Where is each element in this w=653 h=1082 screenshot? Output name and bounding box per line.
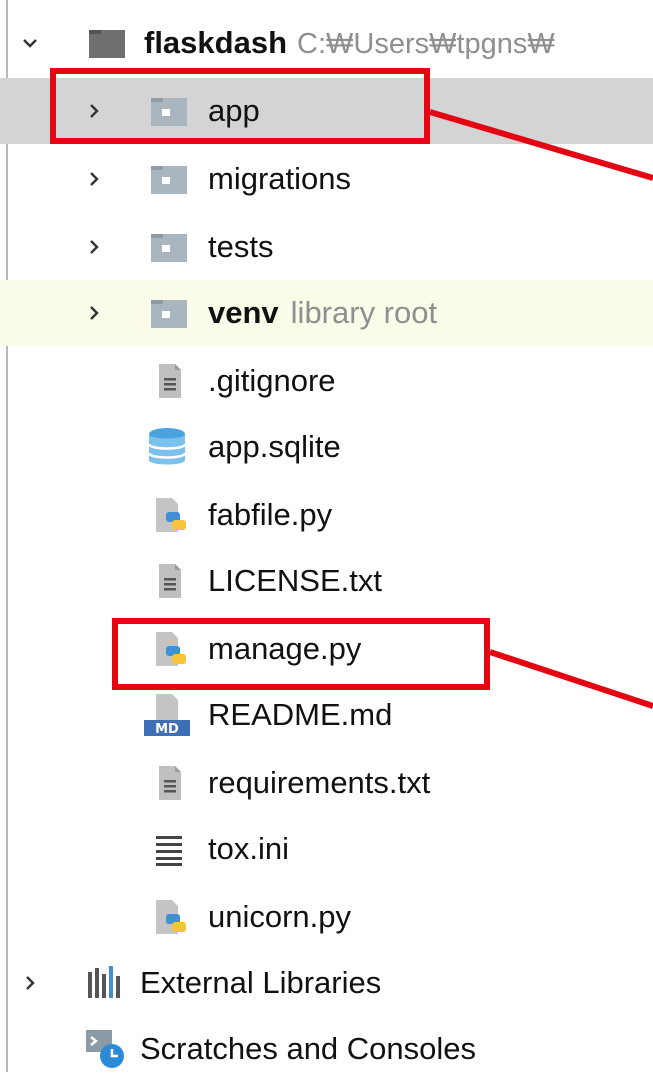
- folder-icon: [88, 24, 126, 62]
- tree-item-license[interactable]: LICENSE.txt: [0, 548, 653, 614]
- tree-item-unicorn[interactable]: unicorn.py: [0, 884, 653, 950]
- tree-item-readme[interactable]: MD README.md: [0, 682, 653, 748]
- folder-icon: [150, 228, 188, 266]
- tree-item-label: External Libraries: [140, 965, 382, 1000]
- chevron-right-icon[interactable]: [86, 305, 102, 321]
- tree-item-label: Scratches and Consoles: [140, 1031, 477, 1066]
- tree-item-migrations[interactable]: migrations: [0, 146, 653, 212]
- text-file-icon: [150, 562, 188, 600]
- ini-file-icon: [150, 830, 188, 868]
- tree-item-manage[interactable]: manage.py: [0, 616, 653, 682]
- tree-item-venv[interactable]: venv library root: [0, 280, 653, 346]
- markdown-file-icon: MD: [144, 694, 190, 736]
- tree-item-label: README.md: [208, 697, 393, 732]
- tree-item-label: app.sqlite: [208, 429, 341, 464]
- tree-root[interactable]: flaskdash C:₩Users₩tpgns₩: [0, 10, 653, 76]
- md-badge: MD: [155, 722, 179, 736]
- tree-item-tox[interactable]: tox.ini: [0, 816, 653, 882]
- database-icon: [146, 426, 188, 468]
- chevron-down-icon[interactable]: [22, 35, 38, 51]
- python-file-icon: [150, 898, 188, 936]
- text-file-icon: [150, 362, 188, 400]
- tree-item-label: .gitignore: [208, 363, 336, 398]
- tree-item-label: unicorn.py: [208, 899, 352, 934]
- tree-item-label: requirements.txt: [208, 765, 431, 800]
- chevron-right-icon[interactable]: [86, 239, 102, 255]
- python-file-icon: [150, 496, 188, 534]
- root-folder-name: flaskdash: [144, 25, 288, 60]
- text-file-icon: [150, 764, 188, 802]
- tree-item-scratches[interactable]: Scratches and Consoles: [0, 1016, 653, 1082]
- chevron-right-icon[interactable]: [86, 171, 102, 187]
- tree-item-label: LICENSE.txt: [208, 563, 382, 598]
- tree-item-requirements[interactable]: requirements.txt: [0, 750, 653, 816]
- chevron-right-icon[interactable]: [22, 975, 38, 991]
- tree-item-label: fabfile.py: [208, 497, 333, 532]
- root-folder-label: flaskdash C:₩Users₩tpgns₩: [144, 25, 555, 62]
- tree-item-label: manage.py: [208, 631, 362, 666]
- scratches-icon: [84, 1028, 126, 1070]
- tree-item-external-libraries[interactable]: External Libraries: [0, 950, 653, 1016]
- python-file-icon: [150, 630, 188, 668]
- folder-icon: [150, 92, 188, 130]
- folder-icon: [150, 160, 188, 198]
- tree-item-fabfile[interactable]: fabfile.py: [0, 482, 653, 548]
- root-folder-path: C:₩Users₩tpgns₩: [297, 28, 555, 60]
- tree-item-gitignore[interactable]: .gitignore: [0, 348, 653, 414]
- tree-item-app[interactable]: app: [0, 78, 653, 144]
- library-root-hint: library root: [290, 295, 438, 330]
- tree-item-label: tox.ini: [208, 831, 289, 866]
- tree-item-label: app: [208, 93, 260, 128]
- tree-item-tests[interactable]: tests: [0, 214, 653, 280]
- venv-name: venv: [208, 295, 279, 330]
- tree-item-label: venv library root: [208, 295, 437, 331]
- tree-item-app-sqlite[interactable]: app.sqlite: [0, 414, 653, 480]
- tree-item-label: migrations: [208, 161, 351, 196]
- tree-item-label: tests: [208, 229, 274, 264]
- folder-icon: [150, 294, 188, 332]
- library-icon: [86, 964, 124, 1002]
- chevron-right-icon[interactable]: [86, 103, 102, 119]
